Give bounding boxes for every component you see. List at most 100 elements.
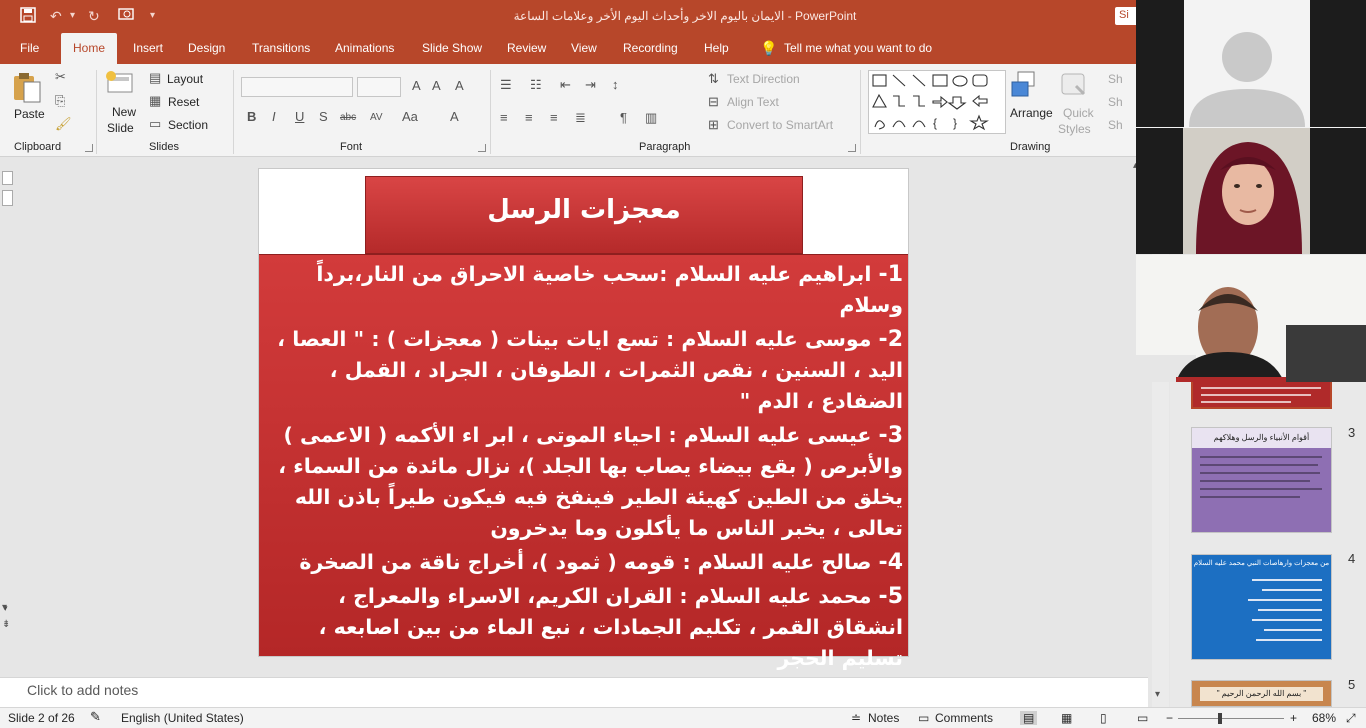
customize-qat-icon[interactable]: ▾ xyxy=(150,7,155,25)
slide-title-box[interactable]: معجزات الرسل xyxy=(365,176,803,254)
italic-button[interactable]: I xyxy=(272,110,276,124)
mini-thumbnail[interactable] xyxy=(2,171,13,185)
align-left-icon[interactable]: ≡ xyxy=(500,111,508,125)
strikethrough-button[interactable]: abc xyxy=(340,111,356,125)
tab-home[interactable]: Home xyxy=(61,33,118,64)
rtl-icon[interactable]: ¶ xyxy=(620,111,627,125)
tab-design[interactable]: Design xyxy=(186,33,227,64)
mini-thumbnail[interactable] xyxy=(2,190,13,206)
participant-video-3[interactable] xyxy=(1136,255,1366,382)
convert-smartart-button[interactable]: Convert to SmartArt xyxy=(727,118,833,132)
line-spacing-icon[interactable]: ↕ xyxy=(612,78,619,92)
clipboard-launcher-icon[interactable] xyxy=(85,144,93,152)
undo-icon[interactable]: ↶ xyxy=(50,7,62,25)
bullets-icon[interactable]: ☰ xyxy=(500,78,512,92)
slide-canvas[interactable]: معجزات الرسل 1- ابراهيم عليه السلام :سحب… xyxy=(258,168,909,670)
slide-thumbnail-5[interactable]: " بسم الله الرحمن الرحيم " xyxy=(1191,680,1332,707)
decrease-font-icon[interactable]: A xyxy=(432,79,441,93)
new-slide-button[interactable]: New Slide xyxy=(104,70,144,140)
undo-dropdown-icon[interactable]: ▾ xyxy=(70,7,75,25)
slide-content-box[interactable]: 1- ابراهيم عليه السلام :سحب خاصية الاحرا… xyxy=(259,254,908,670)
align-center-icon[interactable]: ≡ xyxy=(525,111,533,125)
paragraph-launcher-icon[interactable] xyxy=(848,144,856,152)
layout-button[interactable]: Layout xyxy=(167,72,203,86)
text-direction-button[interactable]: Text Direction xyxy=(727,72,800,86)
participant-video-1[interactable] xyxy=(1136,0,1366,127)
next-slide-icon[interactable]: ⇟ xyxy=(2,620,14,644)
slide-counter[interactable]: Slide 2 of 26 xyxy=(8,711,75,725)
shape-fill-button[interactable]: Sh xyxy=(1108,72,1123,86)
paste-button[interactable]: Paste xyxy=(12,70,46,126)
reading-view-icon[interactable]: ▯ xyxy=(1100,711,1107,725)
comments-button[interactable]: Comments xyxy=(935,711,993,725)
font-launcher-icon[interactable] xyxy=(478,144,486,152)
content-point-5: 5- محمد عليه السلام : القران الكريم، الا… xyxy=(271,581,903,674)
tab-file[interactable]: File xyxy=(18,33,41,64)
increase-font-icon[interactable]: A xyxy=(412,79,421,93)
numbering-icon[interactable]: ☷ xyxy=(530,78,542,92)
tab-view[interactable]: View xyxy=(569,33,599,64)
slideshow-icon[interactable]: ▭ xyxy=(1137,711,1148,725)
copy-icon[interactable]: ⎘ xyxy=(55,94,65,108)
normal-view-icon[interactable]: ▤ xyxy=(1020,711,1038,725)
shape-outline-button[interactable]: Sh xyxy=(1108,95,1123,109)
cut-icon[interactable]: ✂ xyxy=(55,70,66,84)
arrange-button[interactable]: Arrange xyxy=(1010,70,1056,140)
zoom-out-button[interactable]: − xyxy=(1166,711,1173,725)
tab-recording[interactable]: Recording xyxy=(621,33,680,64)
group-divider xyxy=(860,70,861,154)
redo-icon[interactable]: ↻ xyxy=(88,7,100,25)
point-text: صالح عليه السلام : قومه ( ثمود )، أخراج … xyxy=(299,550,872,574)
tab-slide-show[interactable]: Slide Show xyxy=(420,33,484,64)
present-from-start-icon[interactable] xyxy=(118,7,136,25)
section-button[interactable]: Section xyxy=(168,118,208,132)
collapsed-thumbnail-pane[interactable]: ▾ xyxy=(0,157,16,677)
shape-effects-button[interactable]: Sh xyxy=(1108,118,1123,132)
decrease-indent-icon[interactable]: ⇤ xyxy=(560,78,571,92)
notes-pane[interactable]: Click to add notes xyxy=(0,677,1148,707)
language-indicator[interactable]: English (United States) xyxy=(121,711,244,725)
slide-thumbnail-2[interactable] xyxy=(1191,379,1332,409)
bold-button[interactable]: B xyxy=(247,110,256,124)
font-color-button[interactable]: A xyxy=(450,110,459,124)
person-avatar-icon xyxy=(1189,32,1305,127)
increase-indent-icon[interactable]: ⇥ xyxy=(585,78,596,92)
arrange-icon xyxy=(1011,71,1035,97)
participant-video-2[interactable] xyxy=(1136,128,1366,254)
slide-thumbnail-3[interactable]: أقوام الأنبياء والرسل وهلاكهم xyxy=(1191,427,1332,533)
tab-transitions[interactable]: Transitions xyxy=(250,33,312,64)
align-text-button[interactable]: Align Text xyxy=(727,95,779,109)
tab-insert[interactable]: Insert xyxy=(131,33,165,64)
shadow-button[interactable]: S xyxy=(319,110,328,124)
slide-sorter-icon[interactable]: ▦ xyxy=(1061,711,1072,725)
tab-help[interactable]: Help xyxy=(702,33,731,64)
justify-icon[interactable]: ≣ xyxy=(575,111,586,125)
reset-button[interactable]: Reset xyxy=(168,95,199,109)
scroll-down-arrow-icon[interactable]: ▾ xyxy=(2,602,14,614)
quick-styles-button[interactable]: Quick Styles xyxy=(1058,70,1102,140)
format-painter-icon[interactable]: 🖌 xyxy=(55,117,72,131)
fit-to-window-icon[interactable]: ⤢ xyxy=(1346,711,1356,726)
font-family-combo[interactable] xyxy=(241,77,353,97)
spelling-icon[interactable]: ✎ xyxy=(90,709,101,725)
zoom-in-button[interactable]: + xyxy=(1290,711,1297,725)
save-icon[interactable] xyxy=(20,7,36,25)
zoom-level[interactable]: 68% xyxy=(1312,711,1336,725)
zoom-slider-thumb[interactable] xyxy=(1218,713,1222,724)
font-size-combo[interactable] xyxy=(357,77,401,97)
tell-me-search[interactable]: Tell me what you want to do xyxy=(782,33,934,64)
change-case-button[interactable]: Aa xyxy=(402,110,418,124)
clear-format-icon[interactable]: A xyxy=(455,79,464,93)
zoom-slider-track[interactable] xyxy=(1178,718,1284,719)
scrollbar-down-arrow-icon[interactable]: ▾ xyxy=(1155,689,1160,700)
align-right-icon[interactable]: ≡ xyxy=(550,111,558,125)
content-point-3: 3- عيسى عليه السلام : احياء الموتى ، ابر… xyxy=(271,420,903,544)
underline-button[interactable]: U xyxy=(295,110,304,124)
tab-animations[interactable]: Animations xyxy=(333,33,396,64)
columns-icon[interactable]: ▥ xyxy=(645,111,657,125)
tab-review[interactable]: Review xyxy=(505,33,548,64)
char-spacing-button[interactable]: AV xyxy=(370,111,383,125)
notes-button[interactable]: Notes xyxy=(868,711,899,725)
slide-thumbnail-4[interactable]: من معجزات وارهاصات النبي محمد عليه السلا… xyxy=(1191,554,1332,660)
shapes-gallery[interactable]: {} xyxy=(868,70,1006,134)
